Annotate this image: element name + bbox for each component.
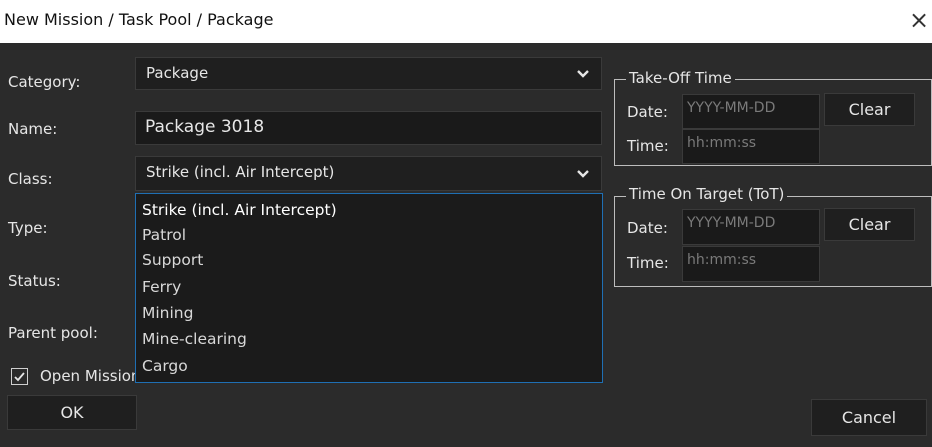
tot-date-field[interactable]: YYYY-MM-DD bbox=[682, 209, 820, 245]
tot-date-placeholder: YYYY-MM-DD bbox=[687, 215, 776, 231]
dropdown-option[interactable]: Mine-clearing bbox=[142, 330, 247, 348]
tot-time-field[interactable]: hh:mm:ss bbox=[682, 246, 820, 282]
takeoff-time-field[interactable]: hh:mm:ss bbox=[682, 129, 820, 164]
dropdown-option[interactable]: Mining bbox=[142, 304, 193, 322]
window-title: New Mission / Task Pool / Package bbox=[4, 10, 274, 29]
title-bar: New Mission / Task Pool / Package × bbox=[0, 0, 932, 43]
class-value: Strike (incl. Air Intercept) bbox=[146, 163, 335, 181]
takeoff-clear-button[interactable]: Clear bbox=[824, 93, 915, 126]
category-label: Category: bbox=[8, 73, 81, 91]
dropdown-option[interactable]: Support bbox=[142, 251, 203, 269]
takeoff-date-field[interactable]: YYYY-MM-DD bbox=[682, 94, 820, 129]
dropdown-option[interactable]: Strike (incl. Air Intercept) bbox=[142, 201, 337, 219]
tot-title: Time On Target (ToT) bbox=[626, 185, 788, 203]
category-value: Package bbox=[146, 64, 209, 82]
takeoff-date-placeholder: YYYY-MM-DD bbox=[687, 100, 776, 116]
class-dropdown-list: Strike (incl. Air Intercept) Patrol Supp… bbox=[135, 193, 603, 383]
name-field[interactable]: Package 3018 bbox=[135, 111, 602, 145]
takeoff-time-placeholder: hh:mm:ss bbox=[687, 135, 757, 151]
dropdown-option[interactable]: Cargo bbox=[142, 357, 188, 375]
class-label: Class: bbox=[8, 170, 53, 188]
tot-time-placeholder: hh:mm:ss bbox=[687, 252, 757, 268]
cancel-button[interactable]: Cancel bbox=[811, 399, 927, 436]
chevron-down-icon[interactable] bbox=[565, 157, 601, 190]
type-label: Type: bbox=[8, 219, 48, 237]
chevron-down-icon[interactable] bbox=[565, 58, 601, 89]
name-value: Package 3018 bbox=[145, 117, 265, 137]
takeoff-title: Take-Off Time bbox=[626, 69, 735, 87]
name-label: Name: bbox=[8, 120, 58, 138]
status-label: Status: bbox=[8, 272, 61, 290]
checkmark-icon bbox=[14, 372, 25, 382]
dialog-body: Category: Name: Class: Type: Status: Par… bbox=[0, 43, 932, 447]
dropdown-option[interactable]: Patrol bbox=[142, 226, 186, 244]
parent-pool-label: Parent pool: bbox=[8, 324, 98, 342]
close-icon[interactable]: × bbox=[906, 6, 932, 34]
tot-date-label: Date: bbox=[627, 219, 668, 237]
tot-time-label: Time: bbox=[627, 254, 669, 272]
category-select[interactable]: Package bbox=[135, 57, 602, 90]
ok-button[interactable]: OK bbox=[7, 395, 137, 430]
tot-clear-button[interactable]: Clear bbox=[824, 208, 915, 241]
takeoff-time-label: Time: bbox=[627, 137, 669, 155]
open-editor-checkbox[interactable] bbox=[11, 368, 28, 385]
dropdown-option[interactable]: Ferry bbox=[142, 278, 181, 296]
class-select[interactable]: Strike (incl. Air Intercept) bbox=[135, 156, 602, 191]
takeoff-date-label: Date: bbox=[627, 103, 668, 121]
